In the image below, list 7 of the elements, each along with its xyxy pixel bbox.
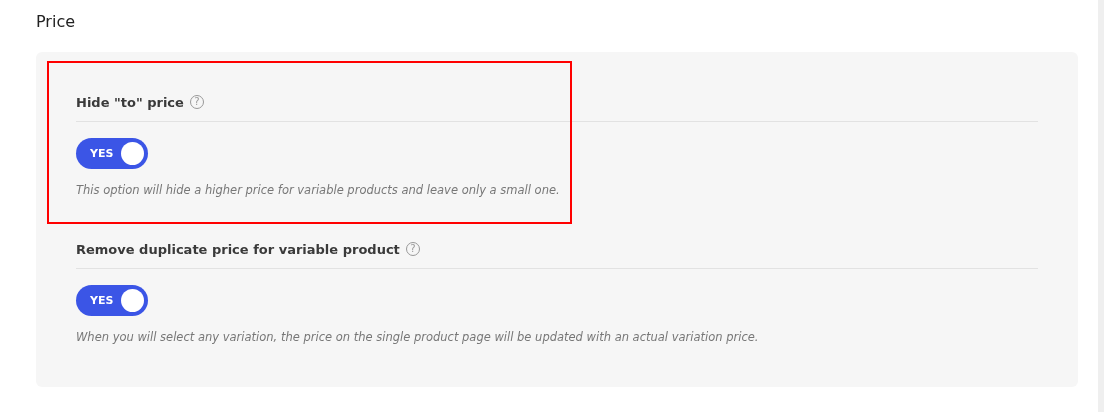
toggle-switch[interactable]: YES <box>76 285 148 316</box>
setting-label: Hide "to" price <box>76 94 184 110</box>
setting-description: This option will hide a higher price for variable products and leave only a small one. <box>76 182 561 198</box>
toggle-switch[interactable]: YES <box>76 138 148 169</box>
setting-label: Remove duplicate price for variable product <box>76 241 400 257</box>
setting-description: When you will select any variation, the price on the single product page will be updated with an actual variation price. <box>76 329 760 345</box>
section-title: Price <box>36 12 77 32</box>
